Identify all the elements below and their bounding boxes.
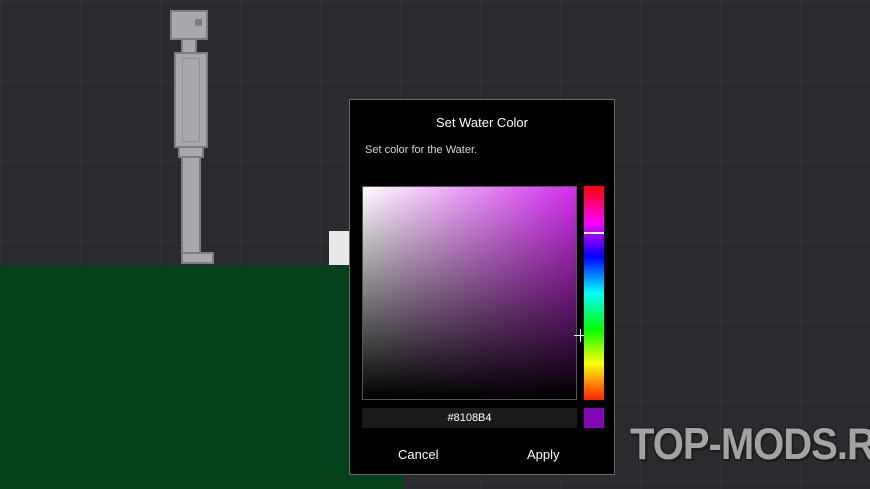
dialog-description: Set color for the Water. [365, 144, 478, 156]
apply-button[interactable]: Apply [527, 447, 560, 462]
color-preview-swatch [584, 408, 604, 428]
ragdoll-torso-detail [182, 58, 200, 142]
cancel-button[interactable]: Cancel [398, 447, 438, 462]
hue-slider-handle[interactable] [584, 232, 604, 234]
white-block-object[interactable] [329, 231, 351, 265]
ragdoll-eye [195, 19, 202, 26]
hex-color-input[interactable]: #8108B4 [362, 408, 577, 428]
ragdoll-foot[interactable] [181, 252, 214, 264]
green-ground [0, 266, 403, 489]
saturation-value-picker[interactable] [362, 186, 587, 400]
watermark-text: TOP-MODS.RU [630, 420, 870, 470]
hue-slider[interactable] [584, 186, 604, 400]
dialog-title: Set Water Color [436, 115, 528, 130]
ragdoll-head[interactable] [170, 10, 208, 40]
ragdoll-leg[interactable] [181, 156, 201, 254]
color-picker-dialog: Set Water Color Set color for the Water.… [349, 99, 615, 475]
